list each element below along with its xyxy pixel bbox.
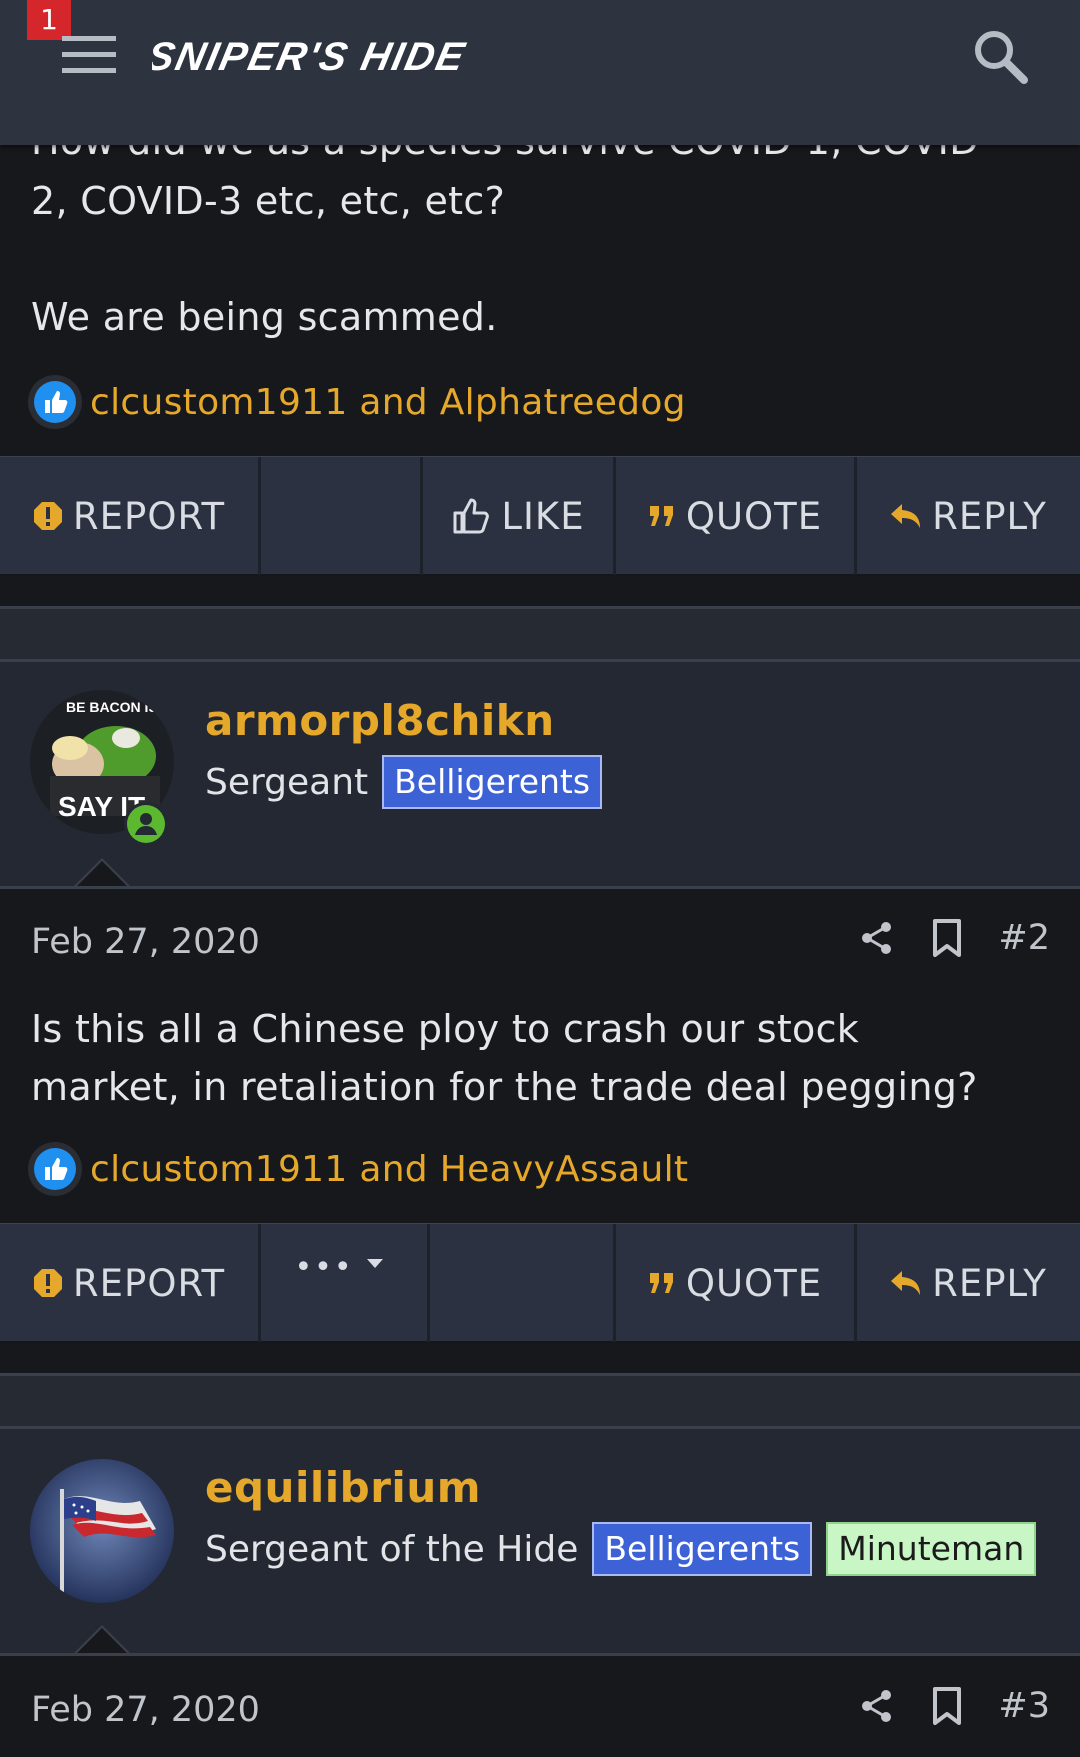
post1-body-line3: We are being scammed. [31, 295, 498, 339]
user-title-row: Sergeant Belligerents [205, 754, 603, 810]
search-icon[interactable] [968, 24, 1032, 88]
quote-icon [649, 506, 673, 526]
online-icon [124, 802, 168, 846]
user-title-row: Sergeant of the Hide Belligerents Minute… [205, 1521, 1037, 1577]
user-rank: Sergeant [205, 761, 369, 803]
quote-button[interactable]: QUOTE [616, 1224, 854, 1342]
quote-button[interactable]: QUOTE [616, 457, 854, 575]
avatar[interactable] [30, 1459, 174, 1603]
post-date[interactable]: Feb 27, 2020 [31, 1690, 260, 1730]
quote-label: QUOTE [685, 1261, 823, 1305]
more-label: ••• [294, 1250, 354, 1285]
report-label: REPORT [72, 494, 226, 538]
post2-body-line2: market, in retaliation for the trade dea… [31, 1065, 978, 1109]
report-button[interactable]: REPORT [0, 457, 258, 575]
post2-meta: Feb 27, 2020 #2 [0, 906, 1080, 986]
post2-action-bar: REPORT ••• QUOTE REPLY [0, 1223, 1080, 1343]
menu-icon[interactable] [62, 36, 116, 74]
notification-badge[interactable]: 1 [27, 0, 71, 40]
share-icon[interactable] [860, 1689, 894, 1723]
warning-icon [33, 1269, 62, 1297]
reply-label: REPLY [932, 494, 1047, 538]
bookmark-icon[interactable] [930, 919, 964, 957]
share-icon[interactable] [860, 921, 894, 955]
report-button[interactable]: REPORT [0, 1224, 258, 1342]
quote-icon [649, 1273, 673, 1293]
caret-down-icon [366, 1259, 383, 1268]
post-date[interactable]: Feb 27, 2020 [31, 922, 260, 962]
post1-reactions[interactable]: clcustom1911 and Alphatreedog [28, 375, 686, 429]
warning-icon [33, 502, 62, 530]
bookmark-icon[interactable] [930, 1687, 964, 1725]
like-label: LIKE [501, 494, 585, 538]
user-banner-belligerents: Belligerents [592, 1522, 813, 1576]
reply-button[interactable]: REPLY [857, 457, 1080, 575]
user-rank: Sergeant of the Hide [205, 1528, 579, 1570]
logo-text: SNIPER'S HIDE [152, 36, 470, 78]
user-banner-minuteman: Minuteman [826, 1522, 1037, 1576]
post2-reactions[interactable]: clcustom1911 and HeavyAssault [28, 1142, 688, 1196]
username[interactable]: equilibrium [205, 1463, 481, 1512]
post1-body-line2: 2, COVID-3 etc, etc, etc? [31, 179, 506, 223]
reaction-users[interactable]: clcustom1911 and Alphatreedog [90, 382, 686, 423]
reply-icon [891, 1271, 921, 1295]
post-number[interactable]: #3 [998, 1686, 1050, 1726]
reaction-users[interactable]: clcustom1911 and HeavyAssault [90, 1149, 688, 1190]
post2-body-line1: Is this all a Chinese ploy to crash our … [31, 1007, 860, 1051]
user-banner-belligerents: Belligerents [382, 755, 603, 809]
quote-label: QUOTE [685, 494, 823, 538]
thumbs-up-icon [453, 498, 490, 534]
username[interactable]: armorpl8chikn [205, 696, 555, 745]
post2-user-header: BE BACON IS SAY IT armorpl8chikn Sergean… [0, 662, 1080, 886]
post3-meta: Feb 27, 2020 #3 [0, 1674, 1080, 1754]
like-button[interactable]: LIKE [423, 457, 613, 575]
reply-icon [891, 504, 921, 528]
site-logo[interactable]: SNIPER'S HIDE [143, 33, 542, 78]
site-header: 1 SNIPER'S HIDE [0, 0, 1080, 145]
reply-button[interactable]: REPLY [857, 1224, 1080, 1342]
post1-action-bar: REPORT LIKE QUOTE REPLY [0, 456, 1080, 576]
avatar-caption-top: BE BACON IS [66, 699, 158, 715]
post-separator [0, 606, 1080, 662]
more-options-button[interactable]: ••• [261, 1224, 427, 1342]
reply-label: REPLY [932, 1261, 1047, 1305]
thumbs-up-icon [28, 1142, 82, 1196]
report-label: REPORT [72, 1261, 226, 1305]
post-number[interactable]: #2 [998, 918, 1050, 958]
post3-user-header: equilibrium Sergeant of the Hide Bellige… [0, 1429, 1080, 1653]
thumbs-up-icon [28, 375, 82, 429]
post-separator [0, 1373, 1080, 1429]
